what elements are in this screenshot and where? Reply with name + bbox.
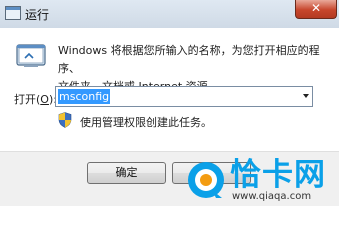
- watermark-logo-icon: [188, 162, 224, 198]
- watermark-url: www.qiaqa.com: [232, 191, 312, 202]
- run-dialog: 运行 ✕ Windows 将根据您所输入的名称，为您打开相应的程序、 文件夹、文…: [0, 0, 339, 206]
- admin-note: 使用管理权限创建此任务。: [80, 116, 212, 129]
- title-bar[interactable]: 运行 ✕: [0, 0, 339, 28]
- open-label-prefix: 打开(: [14, 93, 41, 106]
- close-icon: ✕: [310, 1, 322, 15]
- open-label: 打开(O):: [14, 91, 57, 107]
- close-button[interactable]: ✕: [295, 0, 337, 19]
- uac-shield-icon: [58, 112, 72, 128]
- watermark: 恰卡网 www.qiaqa.com: [186, 158, 339, 205]
- description-line-1: Windows 将根据您所输入的名称，为您打开相应的程序、: [58, 44, 320, 75]
- run-program-icon: [16, 44, 46, 67]
- chevron-down-icon[interactable]: [303, 94, 309, 98]
- command-combobox[interactable]: msconfig: [55, 86, 313, 107]
- ok-button[interactable]: 确定: [87, 162, 166, 184]
- window-title: 运行: [25, 8, 50, 22]
- command-input[interactable]: msconfig: [58, 89, 111, 104]
- open-label-accesskey: O: [40, 93, 49, 106]
- run-icon: [5, 6, 21, 20]
- watermark-brand: 恰卡网: [230, 157, 326, 193]
